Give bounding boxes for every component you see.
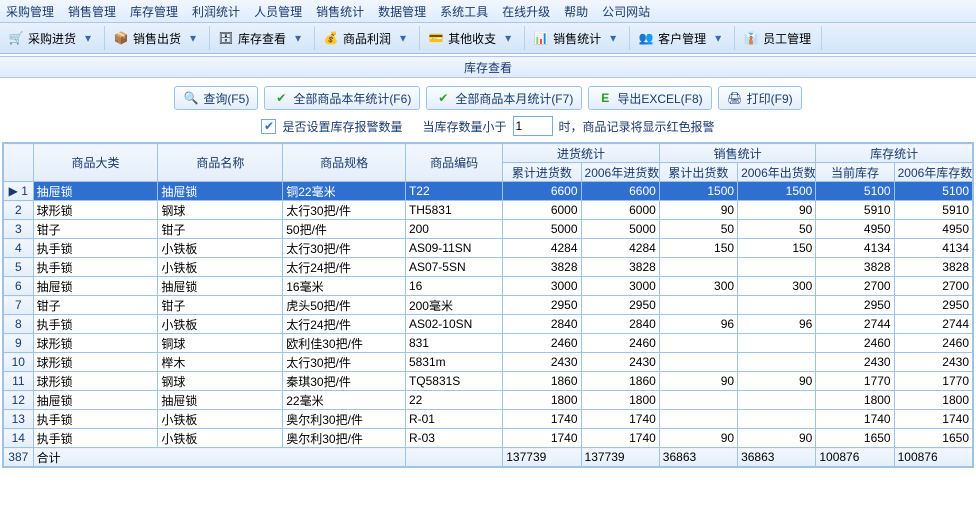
menu-item[interactable]: 库存管理: [130, 3, 178, 20]
toolbar-cart-button[interactable]: 🛒采购进货 ▾: [4, 25, 100, 51]
inventory-table-wrap: 商品大类 商品名称 商品规格 商品编码 进货统计 销售统计 库存统计 累计进货数…: [2, 142, 974, 468]
search-icon: 🔍: [183, 90, 199, 106]
toolbar-stats-button[interactable]: 📊销售统计 ▾: [529, 25, 625, 51]
chevron-down-icon[interactable]: ▾: [502, 25, 514, 51]
col-stock-now[interactable]: 当前库存: [816, 163, 894, 182]
toolbar-label: 库存查看: [238, 30, 286, 47]
menu-item[interactable]: 采购管理: [6, 3, 54, 20]
cust-icon: 👥: [638, 30, 654, 46]
threshold-input[interactable]: [513, 116, 553, 136]
toolbar-label: 采购进货: [28, 30, 76, 47]
toolbar-out-button[interactable]: 📦销售出货 ▾: [109, 25, 205, 51]
chevron-down-icon[interactable]: ▾: [607, 25, 619, 51]
toolbar-label: 客户管理: [658, 30, 706, 47]
out-icon: 📦: [113, 30, 129, 46]
inventory-table[interactable]: 商品大类 商品名称 商品规格 商品编码 进货统计 销售统计 库存统计 累计进货数…: [3, 143, 973, 467]
col-group-in[interactable]: 进货统计: [503, 144, 660, 163]
table-row[interactable]: 3钳子钳子50把/件20050005000505049504950: [4, 220, 973, 239]
toolbar-cust-button[interactable]: 👥客户管理 ▾: [634, 25, 730, 51]
chevron-down-icon[interactable]: ▾: [712, 25, 724, 51]
menu-item[interactable]: 销售管理: [68, 3, 116, 20]
table-row[interactable]: ▶ 1抽屉锁抽屉锁铜22毫米T2266006600150015005100510…: [4, 182, 973, 201]
profit-icon: 💰: [323, 30, 339, 46]
table-row[interactable]: 5执手锁小铁板太行24把/件AS07-5SN3828382838283828: [4, 258, 973, 277]
table-row[interactable]: 14执手锁小铁板奥尔利30把/件R-0317401740909016501650: [4, 429, 973, 448]
chevron-down-icon[interactable]: ▾: [292, 25, 304, 51]
toolbar-label: 销售统计: [553, 30, 601, 47]
menu-item[interactable]: 利润统计: [192, 3, 240, 20]
filter-row: ✔ 是否设置库存报警数量 当库存数量小于 时，商品记录将显示红色报警: [0, 114, 976, 138]
table-row[interactable]: 2球形锁钢球太行30把/件TH583160006000909059105910: [4, 201, 973, 220]
table-row[interactable]: 11球形锁钢球秦琪30把/件TQ5831S1860186090901770177…: [4, 372, 973, 391]
table-row[interactable]: 12抽屉锁抽屉锁22毫米221800180018001800: [4, 391, 973, 410]
month-stats-button[interactable]: ✔全部商品本月统计(F7): [426, 86, 582, 110]
check-icon: ✔: [435, 90, 451, 106]
staff-icon: 👔: [743, 30, 759, 46]
export-excel-button[interactable]: E导出EXCEL(F8): [588, 86, 711, 110]
col-group-out[interactable]: 销售统计: [659, 144, 816, 163]
toolbar-profit-button[interactable]: 💰商品利润 ▾: [319, 25, 415, 51]
col-in-2006[interactable]: 2006年进货数▽: [581, 163, 659, 182]
threshold-suffix: 时，商品记录将显示红色报警: [559, 118, 715, 135]
toolbar: 🛒采购进货▾📦销售出货▾🗄库存查看▾💰商品利润▾💳其他收支▾📊销售统计▾👥客户管…: [0, 23, 976, 54]
query-button[interactable]: 🔍查询(F5): [174, 86, 258, 110]
footer-row: 387 合计 137739 137739 36863 36863 100876 …: [4, 448, 973, 467]
menu-item[interactable]: 人员管理: [254, 3, 302, 20]
chevron-down-icon[interactable]: ▾: [397, 25, 409, 51]
print-button[interactable]: 🖨打印(F9): [718, 86, 802, 110]
toolbar-label: 销售出货: [133, 30, 181, 47]
col-spec[interactable]: 商品规格: [283, 144, 406, 182]
panel-title: 库存查看: [0, 56, 976, 78]
table-row[interactable]: 10球形锁榉木太行30把/件5831m2430243024302430: [4, 353, 973, 372]
menu-item[interactable]: 在线升级: [502, 3, 550, 20]
chevron-down-icon[interactable]: ▾: [82, 25, 94, 51]
action-button-row: 🔍查询(F5) ✔全部商品本年统计(F6) ✔全部商品本月统计(F7) E导出E…: [0, 86, 976, 110]
toolbar-other-button[interactable]: 💳其他收支 ▾: [424, 25, 520, 51]
threshold-prefix: 当库存数量小于: [422, 118, 506, 135]
menu-item[interactable]: 销售统计: [316, 3, 364, 20]
toolbar-stock-button[interactable]: 🗄库存查看 ▾: [214, 25, 310, 51]
check-icon: ✔: [273, 90, 289, 106]
col-group-stock[interactable]: 库存统计: [816, 144, 973, 163]
table-row[interactable]: 9球形锁铜球欧利佳30把/件8312460246024602460: [4, 334, 973, 353]
col-out-total[interactable]: 累计出货数: [659, 163, 737, 182]
menu-item[interactable]: 帮助: [564, 3, 588, 20]
print-icon: 🖨: [727, 90, 743, 106]
toolbar-staff-button[interactable]: 👔员工管理: [739, 25, 817, 51]
toolbar-label: 员工管理: [763, 30, 811, 47]
excel-icon: E: [597, 90, 613, 106]
col-out-2006[interactable]: 2006年出货数: [738, 163, 816, 182]
col-stock-2006[interactable]: 2006年库存数: [894, 163, 972, 182]
col-category[interactable]: 商品大类: [33, 144, 158, 182]
table-row[interactable]: 4执手锁小铁板太行30把/件AS09-11SN42844284150150413…: [4, 239, 973, 258]
col-name[interactable]: 商品名称: [158, 144, 283, 182]
table-row[interactable]: 7钳子钳子虎头50把/件200毫米2950295029502950: [4, 296, 973, 315]
table-row[interactable]: 8执手锁小铁板太行24把/件AS02-10SN28402840969627442…: [4, 315, 973, 334]
menu-item[interactable]: 数据管理: [378, 3, 426, 20]
menubar: 采购管理销售管理库存管理利润统计人员管理销售统计数据管理系统工具在线升级帮助公司…: [0, 0, 976, 23]
other-icon: 💳: [428, 30, 444, 46]
table-row[interactable]: 6抽屉锁抽屉锁16毫米163000300030030027002700: [4, 277, 973, 296]
toolbar-label: 商品利润: [343, 30, 391, 47]
chevron-down-icon[interactable]: ▾: [187, 25, 199, 51]
col-in-total[interactable]: 累计进货数: [503, 163, 581, 182]
stats-icon: 📊: [533, 30, 549, 46]
menu-item[interactable]: 系统工具: [440, 3, 488, 20]
table-row[interactable]: 13执手锁小铁板奥尔利30把/件R-011740174017401740: [4, 410, 973, 429]
year-stats-button[interactable]: ✔全部商品本年统计(F6): [264, 86, 420, 110]
menu-item[interactable]: 公司网站: [602, 3, 650, 20]
toolbar-label: 其他收支: [448, 30, 496, 47]
col-code[interactable]: 商品编码: [405, 144, 502, 182]
cart-icon: 🛒: [8, 30, 24, 46]
alarm-check-label: 是否设置库存报警数量: [282, 118, 402, 135]
alarm-checkbox[interactable]: ✔: [261, 119, 276, 134]
stock-icon: 🗄: [218, 30, 234, 46]
